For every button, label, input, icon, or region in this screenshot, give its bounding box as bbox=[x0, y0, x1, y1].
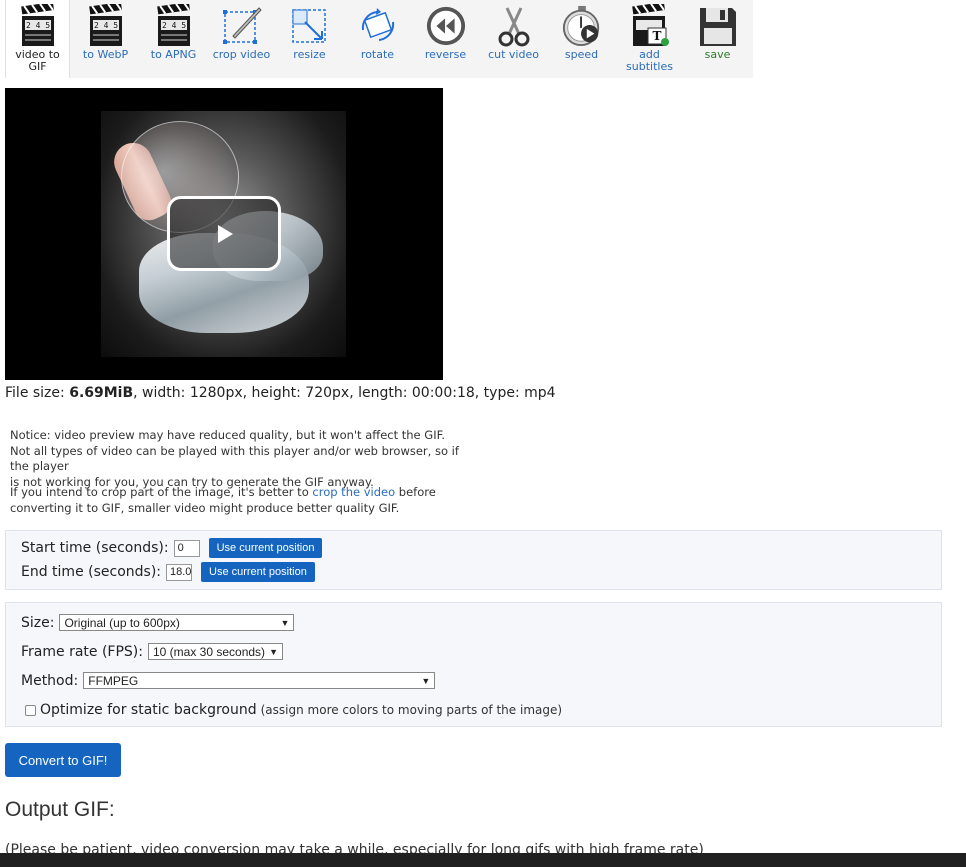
preview-notice: Notice: video preview may have reduced q… bbox=[10, 428, 480, 490]
dropdown-arrow-icon: ▼ bbox=[421, 675, 431, 686]
notice-line: Notice: video preview may have reduced q… bbox=[10, 428, 446, 442]
optimize-checkbox[interactable] bbox=[25, 704, 36, 716]
tool-resize[interactable]: resize bbox=[277, 0, 342, 74]
start-time-row: Start time (seconds): 0 Use current posi… bbox=[21, 538, 323, 558]
scissors-icon bbox=[493, 3, 535, 49]
tool-label: save bbox=[704, 48, 731, 61]
end-time-label: End time (seconds): bbox=[21, 564, 161, 580]
crop-note-text: before bbox=[395, 485, 436, 499]
tool-save[interactable]: save bbox=[685, 0, 750, 74]
play-button[interactable] bbox=[167, 196, 281, 271]
timing-panel: Start time (seconds): 0 Use current posi… bbox=[5, 530, 942, 590]
tool-label: to APNG bbox=[150, 48, 197, 61]
tool-toolbar: 2 4 5 video to GIF 2 4 5 to WebP 2 4 5 t… bbox=[5, 0, 753, 78]
size-select[interactable]: Original (up to 600px) ▼ bbox=[59, 614, 295, 631]
tool-video-to-gif[interactable]: 2 4 5 video to GIF bbox=[5, 0, 70, 78]
optimize-note: (assign more colors to moving parts of t… bbox=[260, 703, 563, 717]
tool-crop-video[interactable]: crop video bbox=[209, 0, 274, 74]
crop-icon bbox=[221, 3, 263, 49]
clapperboard-subtitle-icon: T bbox=[629, 3, 671, 49]
fps-select[interactable]: 10 (max 30 seconds) ▼ bbox=[147, 643, 283, 660]
method-label: Method: bbox=[21, 672, 79, 689]
start-time-input[interactable]: 0 bbox=[173, 539, 200, 557]
crop-note: If you intend to crop part of the image,… bbox=[10, 484, 480, 516]
clapperboard-icon: 2 4 5 bbox=[17, 3, 59, 49]
tool-label: crop video bbox=[212, 48, 271, 61]
tool-label: reverse bbox=[424, 48, 467, 61]
output-title: Output GIF: bbox=[5, 798, 115, 821]
tool-to-apng[interactable]: 2 4 5 to APNG bbox=[141, 0, 206, 74]
clapper-digits: 2 4 5 bbox=[93, 21, 117, 30]
tool-label: video to GIF bbox=[15, 48, 60, 73]
tool-label: resize bbox=[293, 48, 326, 61]
crop-video-link[interactable]: crop the video bbox=[312, 485, 395, 499]
tool-label: cut video bbox=[488, 48, 539, 61]
tool-label: add subtitles bbox=[626, 48, 673, 73]
rotate-icon bbox=[357, 3, 399, 49]
size-row: Size: Original (up to 600px) ▼ bbox=[21, 614, 295, 631]
tool-label: speed bbox=[564, 48, 599, 61]
tool-reverse[interactable]: reverse bbox=[413, 0, 478, 74]
clapper-digits: 2 4 5 bbox=[161, 21, 185, 30]
stopwatch-icon bbox=[561, 3, 603, 49]
dropdown-arrow-icon: ▼ bbox=[269, 646, 278, 657]
tool-add-subtitles[interactable]: T add subtitles bbox=[617, 0, 682, 74]
size-label: Size: bbox=[21, 614, 55, 631]
tool-to-webp[interactable]: 2 4 5 to WebP bbox=[73, 0, 138, 74]
clapperboard-icon: 2 4 5 bbox=[153, 3, 195, 49]
file-size: 6.69MiB bbox=[69, 385, 134, 401]
bottom-bar bbox=[0, 853, 966, 867]
convert-to-gif-button[interactable]: Convert to GIF! bbox=[5, 743, 121, 777]
options-panel: Size: Original (up to 600px) ▼ Frame rat… bbox=[5, 602, 942, 727]
file-info: File size: 6.69MiB, width: 1280px, heigh… bbox=[5, 385, 556, 401]
floppy-disk-icon bbox=[697, 3, 739, 49]
clapper-digits: 2 4 5 bbox=[25, 21, 49, 30]
tool-cut-video[interactable]: cut video bbox=[481, 0, 546, 74]
fps-label: Frame rate (FPS): bbox=[21, 643, 143, 660]
dropdown-arrow-icon: ▼ bbox=[280, 617, 290, 628]
end-time-row: End time (seconds): 18.0 Use current pos… bbox=[21, 562, 315, 582]
play-icon bbox=[218, 224, 233, 243]
svg-text:T: T bbox=[652, 29, 661, 43]
clapperboard-icon: 2 4 5 bbox=[85, 3, 127, 49]
fps-select-value: 10 (max 30 seconds) bbox=[152, 644, 266, 659]
tool-speed[interactable]: speed bbox=[549, 0, 614, 74]
method-row: Method: FFMPEG ▼ bbox=[21, 672, 436, 689]
size-select-value: Original (up to 600px) bbox=[64, 615, 180, 630]
fps-row: Frame rate (FPS): 10 (max 30 seconds) ▼ bbox=[21, 643, 283, 660]
end-use-position-button[interactable]: Use current position bbox=[201, 562, 315, 582]
tool-rotate[interactable]: rotate bbox=[345, 0, 410, 74]
method-select-value: FFMPEG bbox=[88, 673, 139, 688]
start-time-label: Start time (seconds): bbox=[21, 540, 169, 556]
optimize-label[interactable]: Optimize for static background bbox=[40, 702, 257, 718]
file-info-details: , width: 1280px, height: 720px, length: … bbox=[133, 385, 556, 401]
file-info-prefix: File size: bbox=[5, 385, 70, 401]
video-player[interactable] bbox=[5, 88, 443, 380]
start-use-position-button[interactable]: Use current position bbox=[208, 538, 323, 558]
resize-icon bbox=[289, 3, 331, 49]
end-time-input[interactable]: 18.0 bbox=[166, 563, 192, 581]
rewind-icon bbox=[425, 3, 467, 49]
method-select[interactable]: FFMPEG ▼ bbox=[83, 672, 436, 689]
tool-label: to WebP bbox=[82, 48, 129, 61]
tool-label: rotate bbox=[360, 48, 395, 61]
optimize-row: Optimize for static background (assign m… bbox=[25, 702, 562, 718]
crop-note-text: If you intend to crop part of the image,… bbox=[10, 485, 313, 499]
notice-line: Not all types of video can be played wit… bbox=[10, 443, 459, 474]
crop-note-text: converting it to GIF, smaller video migh… bbox=[10, 501, 400, 515]
